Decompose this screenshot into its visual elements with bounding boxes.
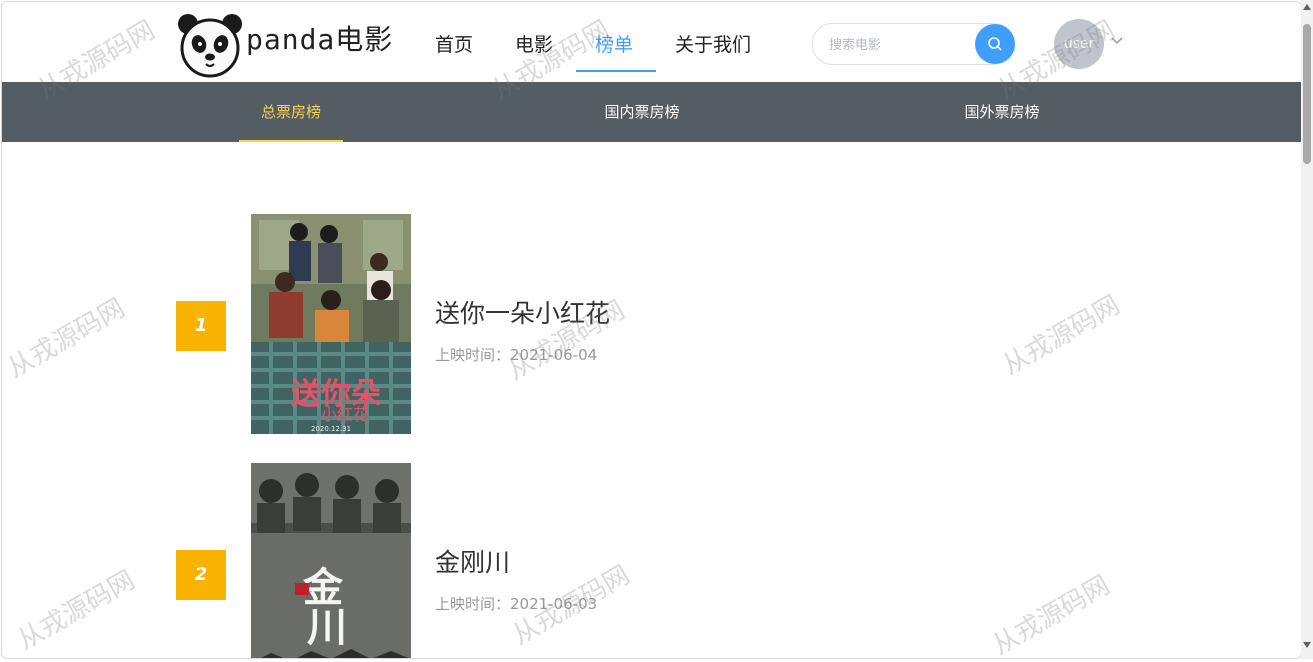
app-window: panda电影 首页 电影 榜单 关于我们 user 总票房榜 国内票房榜 国外	[1, 1, 1302, 659]
svg-text:小红花: 小红花	[321, 405, 369, 424]
chevron-down-icon[interactable]	[1110, 36, 1124, 46]
scroll-up-icon[interactable]	[1303, 4, 1311, 10]
poster-image: 金 川	[251, 463, 411, 658]
movie-poster[interactable]: 送你朵 小红花 2020.12.31	[251, 214, 411, 434]
site-logo[interactable]: panda电影	[178, 12, 398, 78]
scroll-down-icon[interactable]	[1303, 642, 1311, 648]
ranking-tabs: 总票房榜 国内票房榜 国外票房榜	[2, 82, 1301, 142]
nav-active-indicator	[576, 70, 656, 72]
movie-poster[interactable]: 金 川	[251, 463, 411, 658]
movie-title[interactable]: 金刚川	[435, 543, 510, 579]
search-button[interactable]	[975, 24, 1015, 64]
rank-badge: 1	[176, 301, 226, 351]
release-date: 上映时间：2021-06-03	[435, 595, 598, 613]
nav-about[interactable]: 关于我们	[675, 30, 751, 57]
logo-text: panda电影	[246, 23, 394, 56]
top-header: panda电影 首页 电影 榜单 关于我们 user	[2, 2, 1301, 82]
scroll-thumb[interactable]	[1303, 24, 1311, 164]
nav-movies[interactable]: 电影	[515, 30, 553, 57]
search-input[interactable]	[827, 34, 971, 56]
poster-date: 2020.12.31	[311, 425, 351, 433]
search-box	[812, 23, 1015, 65]
nav-rankings[interactable]: 榜单	[595, 30, 633, 57]
tab-foreign-box-office[interactable]: 国外票房榜	[942, 82, 1062, 142]
svg-text:川: 川	[307, 604, 347, 651]
user-avatar[interactable]: user	[1054, 19, 1104, 69]
rank-badge: 2	[176, 550, 226, 600]
nav-home[interactable]: 首页	[435, 30, 473, 57]
movie-title[interactable]: 送你一朵小红花	[435, 294, 610, 330]
page-scrollbar[interactable]	[1301, 0, 1313, 659]
tab-total-box-office[interactable]: 总票房榜	[239, 82, 343, 142]
ranking-item[interactable]: 2 金 川 金刚川 上映时间：2021-06-03	[2, 463, 1301, 658]
release-date: 上映时间：2021-06-04	[435, 346, 598, 364]
panda-icon	[178, 14, 242, 78]
tab-domestic-box-office[interactable]: 国内票房榜	[582, 82, 702, 142]
search-icon	[988, 37, 1002, 51]
ranking-item[interactable]: 1 送你朵 小红花 2020.12.31 送你一朵小红花 上映时间：2021-0…	[2, 214, 1301, 434]
poster-image: 送你朵 小红花 2020.12.31	[251, 214, 411, 434]
